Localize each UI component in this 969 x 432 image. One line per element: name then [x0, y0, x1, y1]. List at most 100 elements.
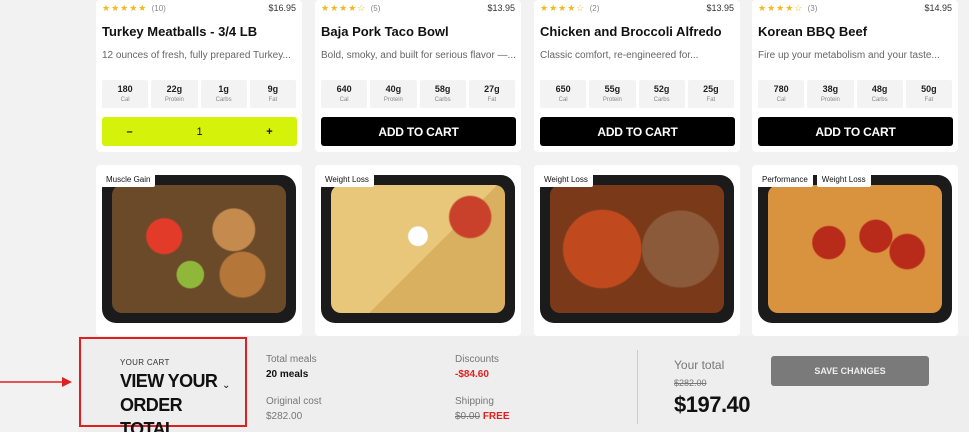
decrease-quantity-button[interactable]: –	[102, 126, 157, 138]
macro-fat: 25g Fat	[687, 80, 734, 108]
meal-image-card[interactable]: Muscle Gain	[96, 165, 302, 336]
meal-price: $13.95	[487, 3, 515, 13]
meal-description: Classic comfort, re-engineered for...	[540, 50, 699, 61]
meal-photo	[550, 185, 724, 313]
meal-card: ★★★★★ (10) $16.95 Turkey Meatballs - 3/4…	[96, 0, 302, 152]
rating-count: (10)	[151, 4, 166, 13]
tag-list: Muscle Gain	[101, 172, 156, 187]
original-cost-label: Original cost	[266, 396, 322, 407]
macro-calories: 640 Cal	[321, 80, 368, 108]
shipping-free-value: FREE	[482, 411, 510, 422]
summary-divider	[637, 350, 638, 424]
meal-image-card[interactable]: Performance Weight Loss	[752, 165, 958, 336]
meal-tray-image	[540, 175, 734, 323]
discounts-label: Discounts	[455, 354, 499, 365]
macros-row: 640 Cal 40g Protein 58g Carbs 27g Fat	[321, 80, 515, 108]
tag-weight-loss: Weight Loss	[539, 172, 593, 187]
annotation-arrow-icon	[0, 377, 72, 387]
quantity-stepper: – 1 +	[102, 117, 297, 146]
add-to-cart-button[interactable]: ADD TO CART	[540, 117, 735, 146]
macro-fat: 27g Fat	[468, 80, 515, 108]
meal-price: $14.95	[924, 3, 952, 13]
meal-description: Bold, smoky, and built for serious flavo…	[321, 50, 516, 61]
meal-tray-image	[321, 175, 515, 323]
star-rating-icon: ★★★★☆	[540, 3, 586, 13]
tag-weight-loss: Weight Loss	[816, 172, 871, 187]
total-meals-value: 20 meals	[266, 369, 309, 380]
macro-carbs: 1g Carbs	[200, 80, 247, 108]
meal-card: ★★★★☆ (2) $13.95 Chicken and Broccoli Al…	[534, 0, 740, 152]
view-order-total-toggle[interactable]: YOUR CART VIEW YOUR ORDER TOTAL ⌄	[120, 358, 240, 432]
meal-price: $13.95	[706, 3, 734, 13]
macro-carbs: 58g Carbs	[419, 80, 466, 108]
meal-price: $16.95	[268, 3, 296, 13]
macro-protein: 40g Protein	[370, 80, 417, 108]
original-cost-group: Original cost $282.00	[266, 396, 322, 422]
meal-grid: ★★★★★ (10) $16.95 Turkey Meatballs - 3/4…	[96, 0, 969, 336]
tag-list: Weight Loss	[539, 172, 593, 187]
macros-row: 780 Cal 38g Protein 48g Carbs 50g Fat	[758, 80, 952, 108]
cart-summary-bar: YOUR CART VIEW YOUR ORDER TOTAL ⌄ Total …	[0, 336, 969, 432]
your-total-value: $197.40	[674, 392, 751, 417]
meal-name[interactable]: Korean BBQ Beef	[758, 24, 867, 39]
star-rating-icon: ★★★★★	[102, 3, 148, 13]
discounts-group: Discounts -$84.60	[455, 354, 499, 380]
chevron-down-icon: ⌄	[222, 380, 231, 391]
view-order-total-label: VIEW YOUR ORDER TOTAL	[120, 371, 218, 432]
meal-photo	[768, 185, 942, 313]
tag-performance: Performance	[757, 172, 813, 187]
meal-tray-image	[102, 175, 296, 323]
macro-protein: 22g Protein	[151, 80, 198, 108]
macros-row: 180 Cal 22g Protein 1g Carbs 9g Fat	[102, 80, 296, 108]
save-changes-button[interactable]: SAVE CHANGES	[771, 356, 929, 386]
add-to-cart-button[interactable]: ADD TO CART	[758, 117, 953, 146]
add-to-cart-button[interactable]: ADD TO CART	[321, 117, 516, 146]
meal-name[interactable]: Chicken and Broccoli Alfredo	[540, 24, 722, 39]
shipping-old-value: $0.00	[455, 411, 481, 422]
meal-image-card[interactable]: Weight Loss	[315, 165, 521, 336]
rating-row: ★★★★★ (10) $16.95	[102, 3, 296, 15]
macro-protein: 38g Protein	[807, 80, 854, 108]
increase-quantity-button[interactable]: +	[242, 126, 297, 138]
tag-list: Weight Loss	[320, 172, 374, 187]
rating-row: ★★★★☆ (3) $14.95	[758, 3, 952, 15]
original-cost-value: $282.00	[266, 411, 303, 422]
meal-name[interactable]: Baja Pork Taco Bowl	[321, 24, 449, 39]
meal-tray-image	[758, 175, 952, 323]
macro-calories: 780 Cal	[758, 80, 805, 108]
rating-row: ★★★★☆ (5) $13.95	[321, 3, 515, 15]
rating-row: ★★★★☆ (2) $13.95	[540, 3, 734, 15]
rating-count: (5)	[370, 4, 381, 13]
macro-carbs: 48g Carbs	[856, 80, 903, 108]
tag-muscle-gain: Muscle Gain	[101, 172, 156, 187]
macro-protein: 55g Protein	[589, 80, 636, 108]
meal-name[interactable]: Turkey Meatballs - 3/4 LB	[102, 24, 257, 39]
macros-row: 650 Cal 55g Protein 52g Carbs 25g Fat	[540, 80, 734, 108]
meal-photo	[331, 185, 505, 313]
star-rating-icon: ★★★★☆	[758, 3, 804, 13]
macro-fat: 9g Fat	[249, 80, 296, 108]
shipping-group: Shipping $0.00 FREE	[455, 396, 509, 422]
original-total-value: $282.00	[674, 378, 707, 388]
meal-card: ★★★★☆ (3) $14.95 Korean BBQ Beef Fire up…	[752, 0, 958, 152]
meal-image-card[interactable]: Weight Loss	[534, 165, 740, 336]
rating-count: (2)	[589, 4, 600, 13]
total-meals-label: Total meals	[266, 354, 317, 365]
meal-description: Fire up your metabolism and your taste..…	[758, 50, 940, 61]
meal-description: 12 ounces of fresh, fully prepared Turke…	[102, 50, 291, 61]
shipping-label: Shipping	[455, 396, 494, 407]
macro-fat: 50g Fat	[905, 80, 952, 108]
discounts-value: -$84.60	[455, 369, 489, 380]
rating-count: (3)	[807, 4, 818, 13]
total-meals-group: Total meals 20 meals	[266, 354, 317, 380]
your-cart-label: YOUR CART	[120, 358, 170, 367]
meal-photo	[112, 185, 286, 313]
macro-calories: 180 Cal	[102, 80, 149, 108]
tag-list: Performance Weight Loss	[757, 172, 871, 187]
macro-calories: 650 Cal	[540, 80, 587, 108]
tag-weight-loss: Weight Loss	[320, 172, 374, 187]
macro-carbs: 52g Carbs	[638, 80, 685, 108]
star-rating-icon: ★★★★☆	[321, 3, 367, 13]
meal-card: ★★★★☆ (5) $13.95 Baja Pork Taco Bowl Bol…	[315, 0, 521, 152]
quantity-value: 1	[196, 125, 203, 138]
